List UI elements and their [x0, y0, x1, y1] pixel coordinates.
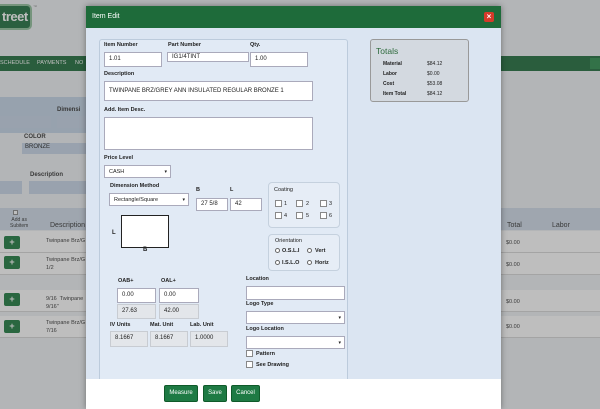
logo-location-select[interactable]: ▾: [246, 336, 345, 349]
item-number-field[interactable]: 1.01: [104, 52, 162, 67]
orientation-horiz-radio[interactable]: [307, 260, 312, 265]
chevron-down-icon: ▾: [338, 315, 341, 321]
item-total-value: $84.12: [427, 91, 443, 97]
coating-3-label: 3: [329, 201, 333, 207]
iv-units-value: 8.1667: [110, 331, 148, 347]
location-label: Location: [246, 276, 269, 282]
lab-unit-value: 1.0000: [190, 331, 228, 347]
oab-field[interactable]: 0.00: [117, 288, 156, 303]
coating-6-label: 6: [329, 213, 333, 219]
material-value: $84.12: [427, 61, 443, 67]
l-dimension-field[interactable]: 42: [230, 198, 262, 211]
orientation-islo-label: I.S.L.O: [282, 260, 300, 266]
description-field[interactable]: TWINPANE BRZ/GREY ANN INSULATED REGULAR …: [104, 81, 313, 101]
coating-label: Coating: [274, 187, 293, 193]
pattern-label: Pattern: [256, 351, 275, 357]
qty-field[interactable]: 1.00: [250, 52, 308, 67]
cancel-button[interactable]: Cancel: [231, 385, 260, 402]
orientation-osli-label: O.S.L.I: [282, 248, 300, 254]
measure-button[interactable]: Measure: [164, 385, 198, 402]
dimension-method-label: Dimension Method: [110, 183, 160, 189]
description-label: Description: [104, 71, 135, 77]
diagram-l-label: L: [112, 230, 116, 236]
oal-label: OAL+: [161, 278, 176, 284]
orientation-vert-label: Vert: [315, 248, 326, 254]
coating-5-checkbox[interactable]: [296, 212, 303, 219]
labor-label: Labor: [383, 71, 397, 77]
coating-6-checkbox[interactable]: [320, 212, 327, 219]
oal-computed: 42.00: [159, 304, 199, 319]
coating-1-label: 1: [284, 201, 288, 207]
oal-field[interactable]: 0.00: [159, 288, 199, 303]
orientation-osli-radio[interactable]: [275, 248, 280, 253]
cost-label: Cost: [383, 81, 395, 87]
coating-4-checkbox[interactable]: [275, 212, 282, 219]
orientation-islo-radio[interactable]: [275, 260, 280, 265]
logo-location-label: Logo Location: [246, 326, 284, 332]
oab-label: OAB+: [118, 278, 134, 284]
price-level-select[interactable]: CASH ▾: [104, 165, 171, 178]
coating-3-checkbox[interactable]: [320, 200, 327, 207]
logo-type-label: Logo Type: [246, 301, 274, 307]
coating-4-label: 4: [284, 213, 288, 219]
dimension-diagram: [121, 215, 169, 248]
qty-label: Qty.: [250, 42, 261, 48]
coating-2-checkbox[interactable]: [296, 200, 303, 207]
orientation-group: Orientation O.S.L.I Vert I.S.L.O Horiz: [268, 234, 340, 271]
chevron-down-icon: ▾: [182, 197, 185, 203]
save-button[interactable]: Save: [203, 385, 227, 402]
item-total-label: Item Total: [383, 91, 407, 97]
modal-title: Item Edit: [92, 13, 120, 20]
add-item-desc-field[interactable]: [104, 117, 313, 150]
orientation-horiz-label: Horiz: [315, 260, 329, 266]
totals-panel: Totals Material $84.12 Labor $0.00 Cost …: [370, 39, 469, 102]
modal-header: Item Edit ×: [86, 6, 501, 28]
coating-2-label: 2: [306, 201, 310, 207]
item-number-label: Item Number: [104, 42, 138, 48]
material-label: Material: [383, 61, 402, 67]
modal-footer: Measure Save Cancel: [86, 379, 501, 409]
oab-computed: 27.63: [117, 304, 156, 319]
coating-group: Coating 1 2 3 4 5 6: [268, 182, 340, 228]
iv-units-label: IV Units: [110, 322, 131, 328]
part-number-field[interactable]: IG1/4TINT: [167, 52, 249, 62]
l-label: L: [230, 187, 234, 193]
close-icon[interactable]: ×: [484, 12, 494, 22]
b-dimension-field[interactable]: 27 5/8: [196, 198, 228, 211]
b-label: B: [196, 187, 200, 193]
cost-value: $53.08: [427, 81, 443, 87]
labor-value: $0.00: [427, 71, 440, 77]
logo-type-select[interactable]: ▾: [246, 311, 345, 324]
see-drawing-checkbox[interactable]: [246, 361, 253, 368]
diagram-b-label: B: [143, 247, 148, 253]
dimension-method-select[interactable]: Rectangle/Square ▾: [109, 193, 189, 206]
part-number-label: Part Number: [168, 42, 202, 48]
chevron-down-icon: ▾: [338, 340, 341, 346]
coating-5-label: 5: [306, 213, 310, 219]
price-level-label: Price Level: [104, 155, 134, 161]
pattern-checkbox[interactable]: [246, 350, 253, 357]
location-field[interactable]: [246, 286, 345, 300]
mat-unit-label: Mat. Unit: [150, 322, 174, 328]
orientation-vert-radio[interactable]: [307, 248, 312, 253]
mat-unit-value: 8.1667: [150, 331, 188, 347]
orientation-label: Orientation: [275, 238, 302, 244]
add-item-desc-label: Add. Item Desc.: [104, 107, 146, 113]
see-drawing-label: See Drawing: [256, 362, 290, 368]
totals-title: Totals: [376, 46, 399, 56]
lab-unit-label: Lab. Unit: [190, 322, 214, 328]
coating-1-checkbox[interactable]: [275, 200, 282, 207]
chevron-down-icon: ▾: [164, 169, 167, 175]
